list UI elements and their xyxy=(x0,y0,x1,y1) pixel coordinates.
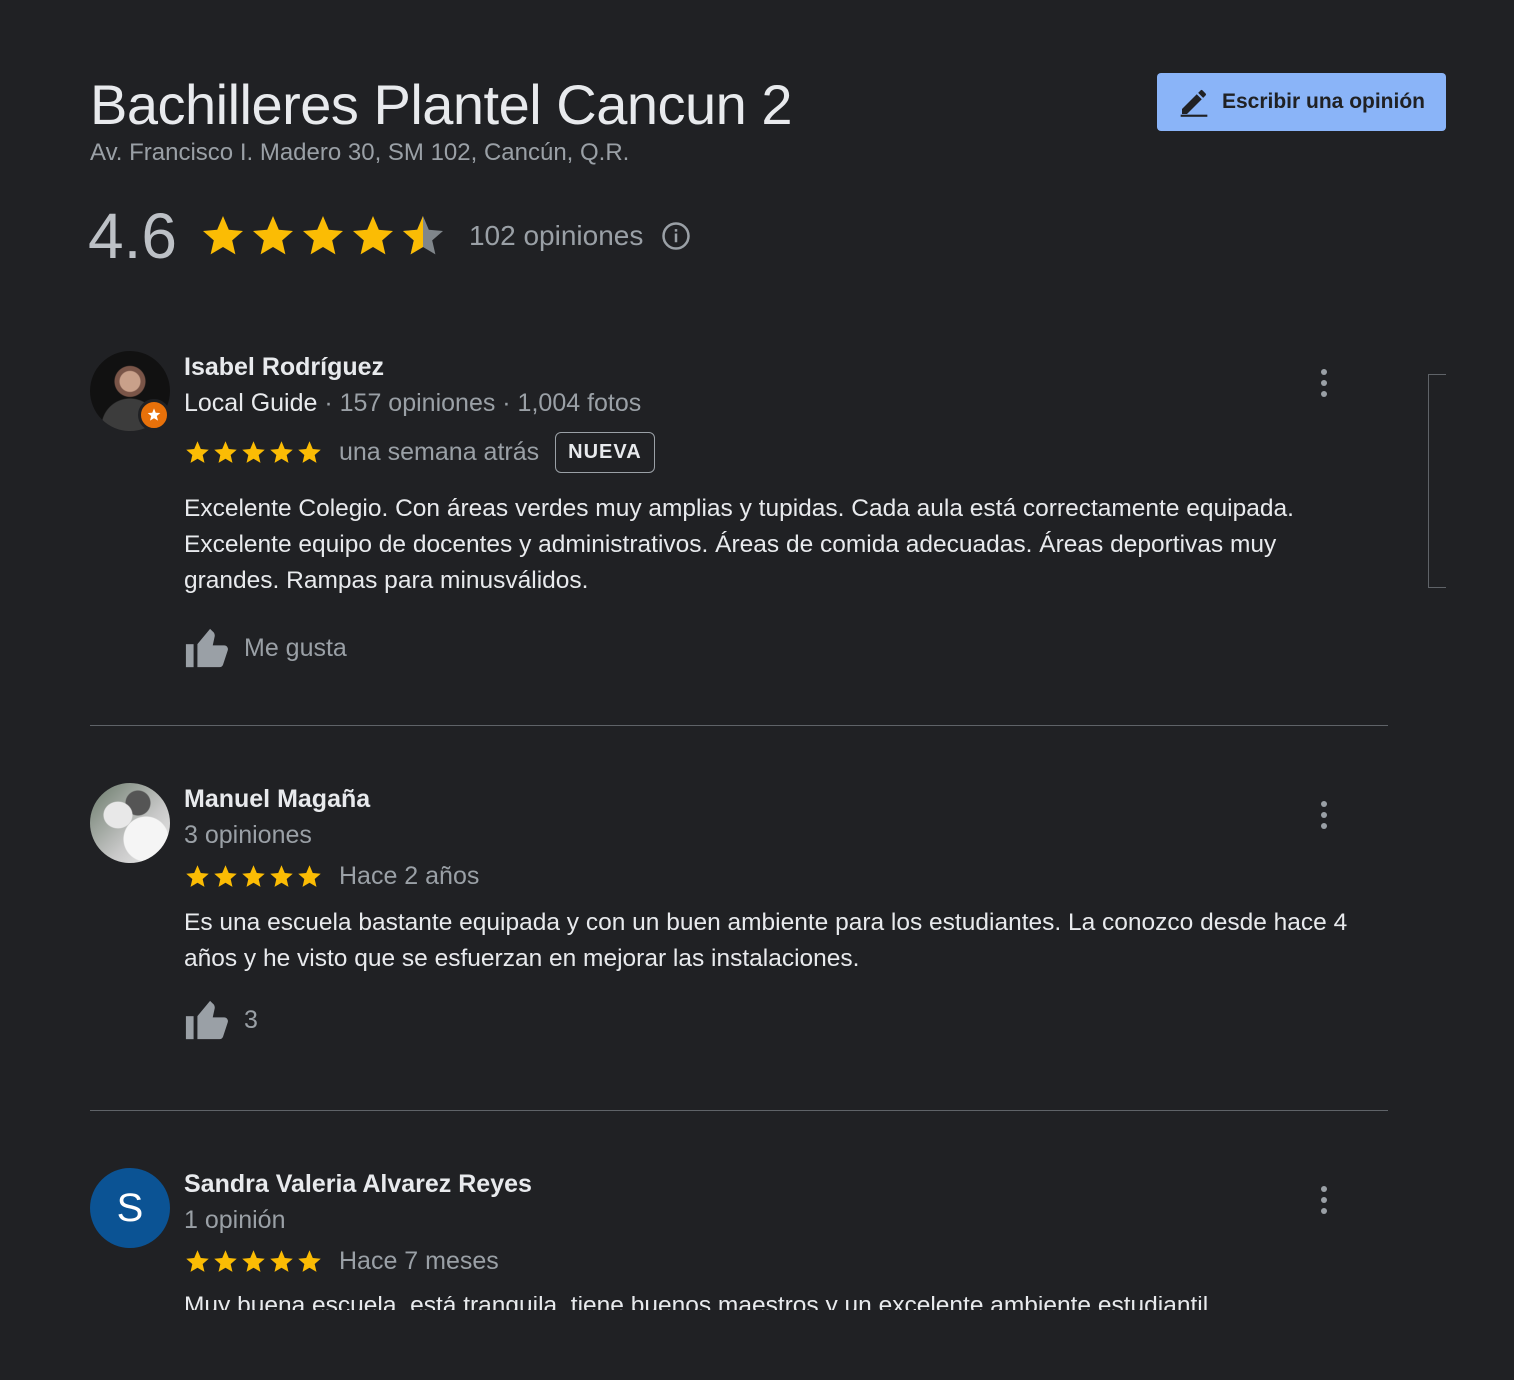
review-rating-row: Hace 7 meses xyxy=(184,1247,1374,1276)
reviewer-stats: 1 opinión xyxy=(184,1206,286,1234)
divider xyxy=(90,725,1388,726)
review-date: Hace 7 meses xyxy=(339,1247,499,1275)
review-text-clipped: Muy buena escuela, está tranquila, tiene… xyxy=(184,1296,1384,1310)
place-address: Av. Francisco I. Madero 30, SM 102, Canc… xyxy=(90,139,630,166)
reviewer-stats: 3 opiniones xyxy=(184,821,312,849)
like-count: 3 xyxy=(244,1005,258,1034)
reviews-panel: Bachilleres Plantel Cancun 2 Av. Francis… xyxy=(0,0,1514,1380)
review-text: Muy buena escuela, está tranquila, tiene… xyxy=(184,1296,1209,1310)
avatar[interactable]: S xyxy=(90,1168,170,1248)
local-guide-badge-icon xyxy=(138,399,170,431)
thumbs-up-icon xyxy=(185,1000,228,1040)
star-icon xyxy=(270,1250,293,1272)
half-star-icon xyxy=(402,216,443,255)
star-icon xyxy=(298,441,321,463)
review-stars xyxy=(184,1248,323,1275)
star-icon xyxy=(242,865,265,887)
star-icon xyxy=(352,216,393,255)
write-review-button[interactable]: Escribir una opinión xyxy=(1157,73,1446,131)
rating-value: 4.6 xyxy=(88,200,177,272)
scrollbar[interactable] xyxy=(1428,374,1446,588)
star-icon xyxy=(270,441,293,463)
review-rating-row: una semana atrás NUEVA xyxy=(184,432,1374,473)
reviewer-stats: · 157 opiniones · 1,004 fotos xyxy=(317,389,642,417)
like-button[interactable]: 3 xyxy=(184,997,1374,1043)
star-icon xyxy=(298,1250,321,1272)
reviewer-meta: Local Guide · 157 opiniones · 1,004 foto… xyxy=(184,389,1374,418)
star-icon xyxy=(202,216,243,255)
star-icon xyxy=(270,865,293,887)
place-title: Bachilleres Plantel Cancun 2 xyxy=(90,73,792,136)
review-date: una semana atrás xyxy=(339,438,540,466)
thumbs-up-icon xyxy=(185,628,228,668)
star-icon xyxy=(186,865,209,887)
star-icon xyxy=(186,1250,209,1272)
more-vert-icon[interactable] xyxy=(1314,795,1334,835)
review-text: Es una escuela bastante equipada y con u… xyxy=(184,909,1348,972)
reviewer-name[interactable]: Isabel Rodríguez xyxy=(184,353,1374,382)
star-icon xyxy=(302,216,343,255)
more-vert-icon[interactable] xyxy=(1314,1180,1334,1220)
star-icon xyxy=(242,1250,265,1272)
avatar[interactable] xyxy=(90,783,170,863)
star-icon xyxy=(214,865,237,887)
star-icon xyxy=(252,216,293,255)
like-button[interactable]: Me gusta xyxy=(184,625,1374,671)
review-stars xyxy=(184,863,323,890)
rating-stars xyxy=(199,212,447,260)
reviewer-name[interactable]: Sandra Valeria Alvarez Reyes xyxy=(184,1170,1374,1199)
review-rating-row: Hace 2 años xyxy=(184,862,1374,891)
reviewer-name[interactable]: Manuel Magaña xyxy=(184,785,1374,814)
like-label: Me gusta xyxy=(244,633,347,662)
star-icon xyxy=(214,441,237,463)
rating-summary: 4.6 102 opiniones xyxy=(88,198,691,274)
star-icon xyxy=(186,441,209,463)
info-icon[interactable] xyxy=(661,221,691,251)
local-guide-label: Local Guide xyxy=(184,389,318,417)
pencil-icon xyxy=(1180,89,1208,117)
star-icon xyxy=(298,865,321,887)
review-text: Excelente Colegio. Con áreas verdes muy … xyxy=(184,495,1294,594)
write-review-label: Escribir una opinión xyxy=(1221,90,1426,113)
new-badge: NUEVA xyxy=(555,432,655,473)
star-icon xyxy=(242,441,265,463)
more-vert-icon[interactable] xyxy=(1314,363,1334,403)
review-count: 102 opiniones xyxy=(468,220,644,251)
review-stars xyxy=(184,439,323,466)
review-date: Hace 2 años xyxy=(339,862,480,890)
star-icon xyxy=(214,1250,237,1272)
divider xyxy=(90,1110,1388,1111)
